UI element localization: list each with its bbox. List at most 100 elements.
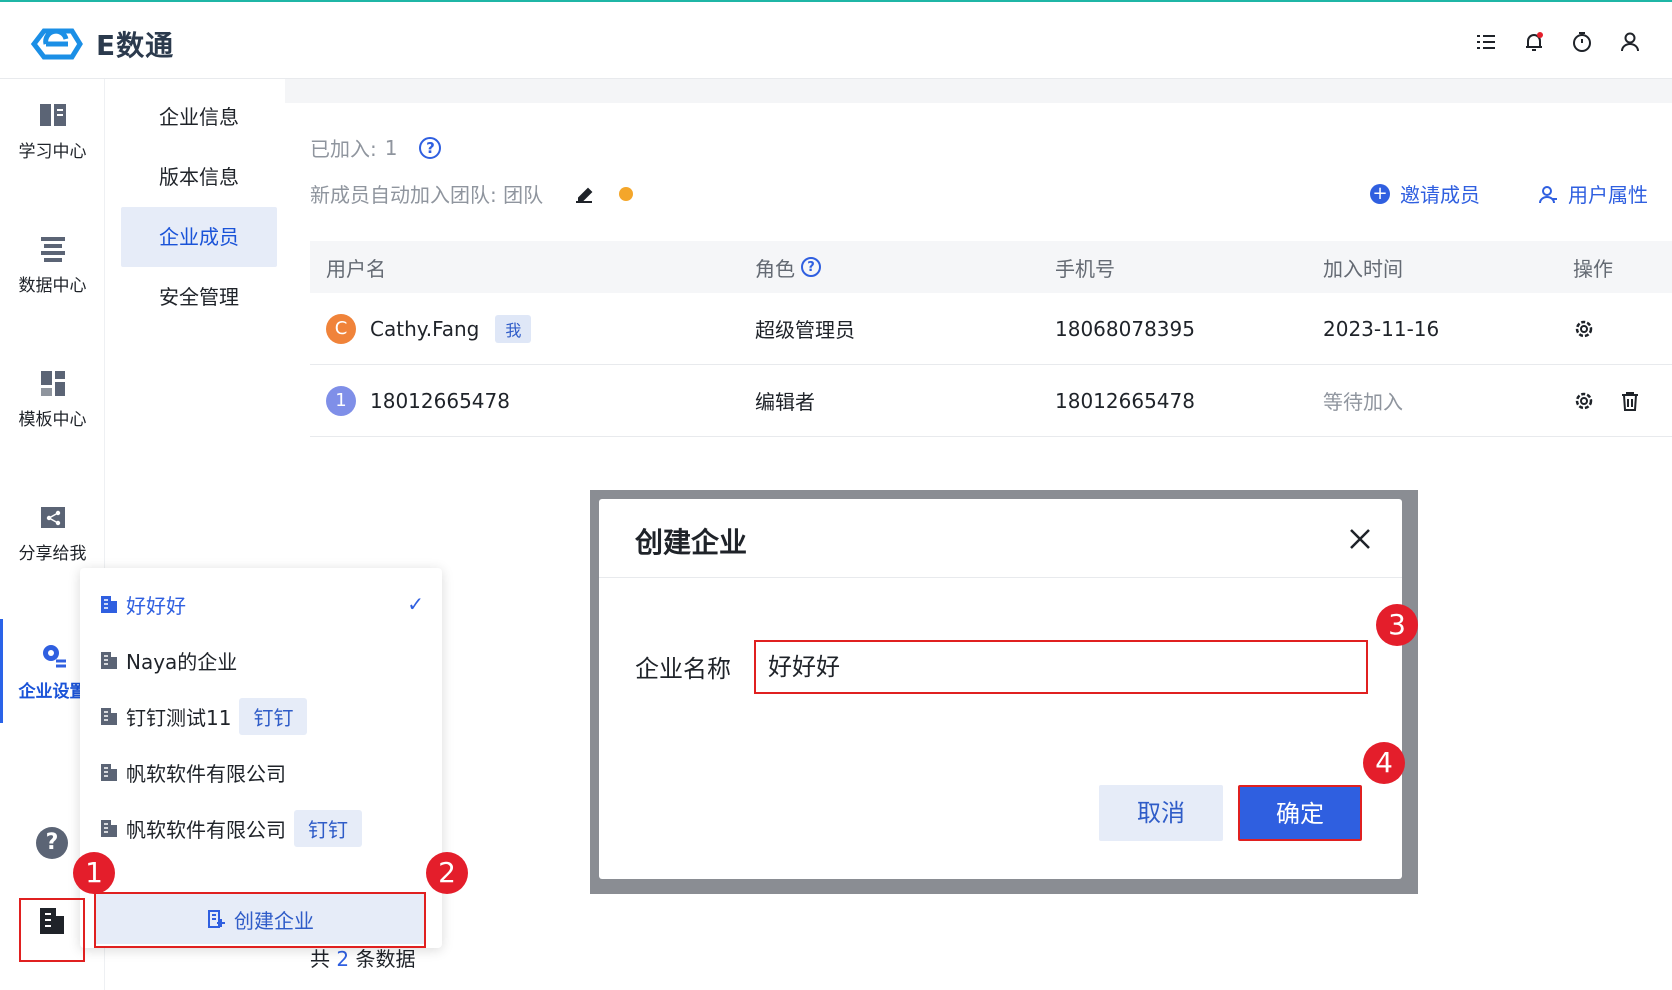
- invite-label: 邀请成员: [1400, 183, 1480, 207]
- enterprise-settings-icon: [38, 641, 68, 669]
- user-attr-icon: [1538, 184, 1558, 204]
- nav-label: 学习中心: [18, 142, 87, 162]
- submenu-version-info[interactable]: 版本信息: [121, 147, 277, 207]
- database-icon: [38, 235, 68, 263]
- dingtalk-tag: 钉钉: [239, 697, 308, 735]
- table-row: C Cathy.Fang 我 超级管理员 18068078395 2023-11…: [310, 293, 1672, 365]
- col-actions: 操作: [1573, 256, 1613, 281]
- nav-label: 模板中心: [18, 410, 87, 430]
- total-suffix: 条数据: [355, 947, 416, 971]
- top-bar: E数通: [0, 0, 1672, 79]
- logo-icon: [30, 28, 83, 60]
- col-join-time: 加入时间: [1323, 256, 1403, 281]
- table-header: 用户名 角色? 手机号 加入时间 操作: [310, 241, 1672, 293]
- nav-share-to-me[interactable]: 分享给我: [0, 503, 105, 564]
- dingtalk-tag: 钉钉: [294, 809, 362, 847]
- nav-label: 数据中心: [18, 276, 87, 296]
- enterprise-item[interactable]: Naya的企业: [100, 638, 430, 682]
- submenu-enterprise-members[interactable]: 企业成员: [121, 207, 277, 267]
- settings-gear-icon[interactable]: [1573, 318, 1595, 340]
- task-list-icon[interactable]: [1474, 30, 1498, 54]
- enterprise-item[interactable]: 钉钉测试11 钉钉: [100, 694, 430, 738]
- user-attr-label: 用户属性: [1568, 183, 1648, 207]
- building-icon: [100, 818, 118, 838]
- col-role-label: 角色: [755, 256, 795, 281]
- nav-data-center[interactable]: 数据中心: [0, 235, 105, 296]
- checkmark-icon: ✓: [407, 592, 424, 616]
- status-dot: [619, 186, 634, 201]
- joined-count: 1: [384, 135, 398, 160]
- role-help-icon[interactable]: ?: [801, 257, 821, 277]
- enterprise-item-selected[interactable]: 好好好 ✓: [100, 582, 430, 626]
- nav-learning-center[interactable]: 学习中心: [0, 101, 105, 162]
- edit-icon[interactable]: [573, 183, 595, 205]
- dialog-title: 创建企业: [635, 526, 748, 559]
- enterprise-item[interactable]: 帆软软件有限公司 钉钉: [100, 806, 430, 850]
- book-icon: [38, 101, 68, 129]
- step-badge-2: 2: [426, 852, 468, 894]
- step-badge-3: 3: [1376, 604, 1418, 646]
- share-icon: [38, 503, 68, 531]
- auto-join-text: 新成员自动加入团队: 团队: [310, 183, 544, 207]
- settings-gear-icon[interactable]: [1573, 390, 1595, 412]
- members-table: 用户名 角色? 手机号 加入时间 操作 C Cathy.Fang 我 超级管理员…: [310, 241, 1672, 437]
- logo-text: E数通: [96, 29, 175, 62]
- trash-icon[interactable]: [1619, 390, 1641, 412]
- building-icon: [100, 706, 118, 726]
- help-icon[interactable]: ?: [36, 827, 68, 859]
- member-name: Cathy.Fang: [370, 316, 480, 341]
- nav-label: 分享给我: [18, 544, 87, 564]
- notification-bell-icon[interactable]: [1522, 30, 1546, 54]
- user-profile-icon[interactable]: [1618, 30, 1642, 54]
- add-circle-icon: +: [1370, 183, 1390, 204]
- template-icon: [38, 369, 68, 397]
- total-prefix: 共: [310, 947, 330, 971]
- confirm-button[interactable]: 确定: [1238, 785, 1362, 841]
- enterprise-name: 帆软软件有限公司: [126, 761, 286, 786]
- nav-template-center[interactable]: 模板中心: [0, 369, 105, 430]
- member-phone: 18068078395: [1055, 316, 1195, 341]
- dialog-divider: [599, 577, 1402, 578]
- enterprise-name-input[interactable]: 好好好: [754, 640, 1368, 694]
- member-role[interactable]: 超级管理员: [743, 314, 1043, 343]
- cancel-button[interactable]: 取消: [1099, 785, 1223, 841]
- member-name: 18012665478: [370, 388, 510, 413]
- highlight-enterprise-switch: [19, 898, 85, 962]
- building-icon: [100, 594, 118, 614]
- step-badge-1: 1: [73, 852, 115, 894]
- enterprise-name: 钉钉测试11: [126, 705, 232, 730]
- building-icon: [100, 762, 118, 782]
- avatar: C: [326, 313, 356, 344]
- create-enterprise-dialog: 创建企业 企业名称 好好好 取消 确定: [599, 499, 1402, 879]
- submenu-enterprise-info[interactable]: 企业信息: [121, 87, 277, 147]
- total-number: 2: [336, 947, 350, 971]
- user-attributes-button[interactable]: 用户属性: [1538, 179, 1648, 208]
- building-icon: [100, 650, 118, 670]
- enterprise-name: Naya的企业: [126, 649, 238, 674]
- enterprise-item[interactable]: 帆软软件有限公司: [100, 750, 430, 794]
- enterprise-switcher-dropdown: 好好好 ✓ Naya的企业 钉钉测试11 钉钉 帆软软件有限公司 帆软软件有限公…: [80, 568, 442, 948]
- col-phone: 手机号: [1055, 256, 1115, 281]
- member-join-time: 2023-11-16: [1323, 316, 1440, 341]
- avatar: 1: [326, 385, 356, 416]
- col-role: 角色?: [743, 253, 1043, 282]
- close-icon[interactable]: [1348, 527, 1372, 551]
- enterprise-name-label: 企业名称: [635, 655, 731, 683]
- active-indicator: [0, 619, 3, 723]
- timer-icon[interactable]: [1570, 30, 1594, 54]
- member-phone: 18012665478: [1055, 388, 1195, 413]
- table-row: 1 18012665478 编辑者 18012665478 等待加入: [310, 365, 1672, 437]
- logo[interactable]: E数通: [28, 24, 174, 64]
- col-username: 用户名: [326, 256, 386, 281]
- invite-members-button[interactable]: + 邀请成员: [1370, 179, 1480, 208]
- enterprise-name: 好好好: [126, 593, 186, 618]
- joined-label: 已加入:: [310, 137, 377, 161]
- step-badge-4: 4: [1363, 742, 1405, 784]
- me-badge: 我: [495, 314, 532, 343]
- member-join-time: 等待加入: [1323, 390, 1403, 414]
- help-circle-icon[interactable]: ?: [419, 136, 442, 159]
- submenu-security[interactable]: 安全管理: [121, 267, 277, 327]
- enterprise-name: 帆软软件有限公司: [126, 817, 286, 842]
- member-role[interactable]: 编辑者: [743, 386, 1043, 415]
- highlight-create-enterprise: [94, 892, 426, 948]
